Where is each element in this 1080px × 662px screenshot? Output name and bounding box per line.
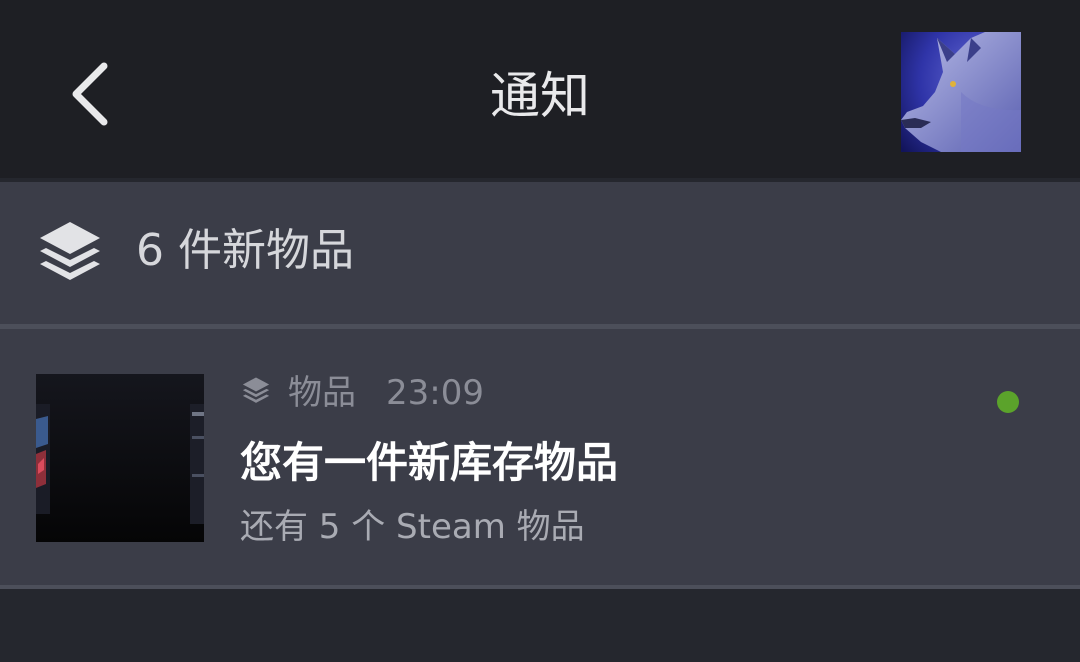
summary-label: 6 件新物品: [136, 225, 354, 276]
avatar[interactable]: [901, 32, 1021, 152]
new-items-summary[interactable]: 6 件新物品: [0, 182, 1080, 324]
notification-subtitle: 还有 5 个 Steam 物品: [240, 507, 585, 547]
item-thumbnail: [36, 374, 204, 542]
notification-type-label: 物品: [288, 373, 356, 413]
unread-indicator: [997, 391, 1019, 413]
wolf-avatar-image: [901, 32, 1021, 152]
notification-item[interactable]: 物品 23:09 您有一件新库存物品 还有 5 个 Steam 物品: [0, 329, 1080, 585]
stacked-layers-icon: [242, 377, 270, 403]
top-app-bar: 通知: [0, 0, 1080, 178]
item-image: [36, 374, 204, 542]
empty-list-area: [0, 589, 1080, 662]
notification-time: 23:09: [386, 373, 484, 413]
stacked-layers-icon: [40, 222, 100, 280]
notification-title: 您有一件新库存物品: [240, 438, 619, 487]
